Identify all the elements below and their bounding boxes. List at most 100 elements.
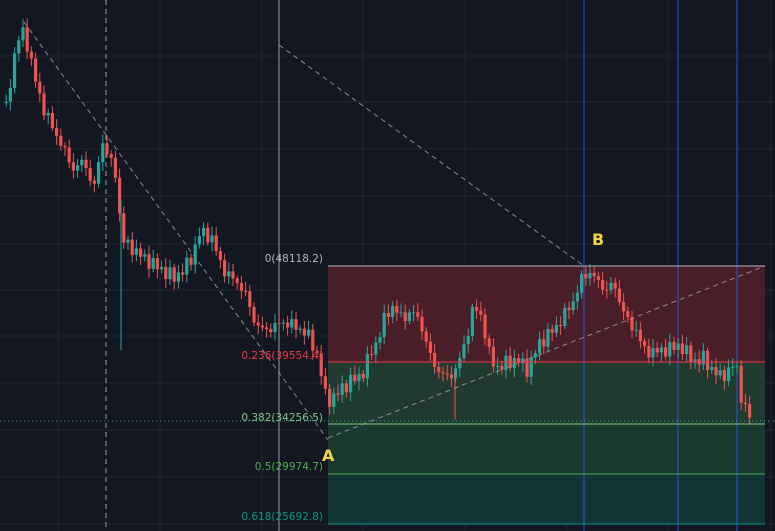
candle-body [559,324,563,327]
candle-body [386,312,390,318]
candle-body [370,354,374,356]
candle-body [244,290,248,292]
candle-body [13,53,17,89]
candle-body [8,88,12,102]
candle-body [676,343,680,350]
candle-body [638,329,642,342]
fib-zone [328,424,765,474]
candle-body [185,257,189,275]
candle-body [281,322,285,324]
candle-body [84,159,88,169]
candle-body [470,306,474,337]
candle-body [496,365,500,367]
candle-body [458,358,462,369]
candle-body [332,393,336,407]
candle-body [601,279,605,290]
candle-body [17,40,21,54]
candle-body [122,213,126,243]
candle-body [542,339,546,347]
candle-body [193,244,197,265]
candle-body [172,267,176,282]
candle-body [722,370,726,381]
candle-body [454,368,458,379]
candle-body [441,372,445,374]
candle-body [659,347,663,353]
candle-body [550,329,554,333]
fib-zone [328,474,765,524]
candle-body [634,329,638,331]
candle-body [105,143,109,155]
candle-body [21,27,25,41]
candle-body [67,147,71,163]
candle-body [475,306,479,311]
fib-label-05: 0.5(29974.7) [255,461,323,473]
candle-body [748,404,752,418]
candle-body [689,345,693,363]
candle-body [407,312,411,322]
candle-body [189,257,193,265]
candle-body [286,322,290,328]
candle-body [210,235,214,243]
candle-body [504,355,508,370]
candle-body [269,329,273,333]
candle-body [336,393,340,395]
candle-body [298,328,302,330]
candle-body [647,346,651,358]
candle-body [307,329,311,336]
candle-body [214,235,218,252]
candle-body [357,373,361,382]
candle-body [420,316,424,332]
candle-body [483,314,487,339]
candle-body [445,373,449,375]
candle-body [685,345,689,354]
candle-body [265,327,269,330]
candle-body [613,282,617,289]
candle-body [500,365,504,370]
candle-body [344,383,348,393]
candle-body [252,306,256,323]
candle-body [256,322,260,326]
candle-body [382,312,386,338]
candle-body [714,367,718,376]
candle-body [512,357,516,369]
candle-body [59,135,63,146]
candle-body [181,272,185,275]
candle-body [29,51,33,59]
candle-body [391,305,395,318]
candle-body [643,341,647,347]
candle-body [626,311,630,318]
candle-body [248,291,252,307]
candle-body [399,312,403,314]
candle-body [109,154,113,158]
candle-body [630,317,634,331]
candle-body [113,157,117,178]
candle-body [197,236,201,245]
candle-body [466,336,470,345]
candle-body [731,366,735,368]
candle-body [575,292,579,302]
candle-body [533,353,537,358]
candle-body [710,367,714,371]
candle-body [92,180,96,184]
fib-label-0382: 0.382(34256.5) [241,412,323,424]
candlestick-chart[interactable]: 0(48118.2) 0.236(39554.4) 0.382(34256.5)… [0,0,775,531]
candle-body [718,370,722,376]
candle-body [655,348,659,353]
candle-body [651,348,655,358]
fib-label-0618: 0.618(25692.8) [241,511,323,523]
candle-body [155,258,159,270]
point-b-label: B [592,230,604,249]
candle-body [151,258,155,269]
point-a-label: A [322,446,335,465]
candle-body [34,58,38,82]
candle-body [567,307,571,311]
candle-body [403,312,407,322]
candle-body [433,352,437,368]
candle-body [328,388,332,407]
candle-body [412,312,416,314]
candle-body [538,339,542,354]
fib-label-0: 0(48118.2) [265,253,323,265]
candle-body [227,271,231,277]
candle-body [617,288,621,302]
candle-body [160,266,164,270]
